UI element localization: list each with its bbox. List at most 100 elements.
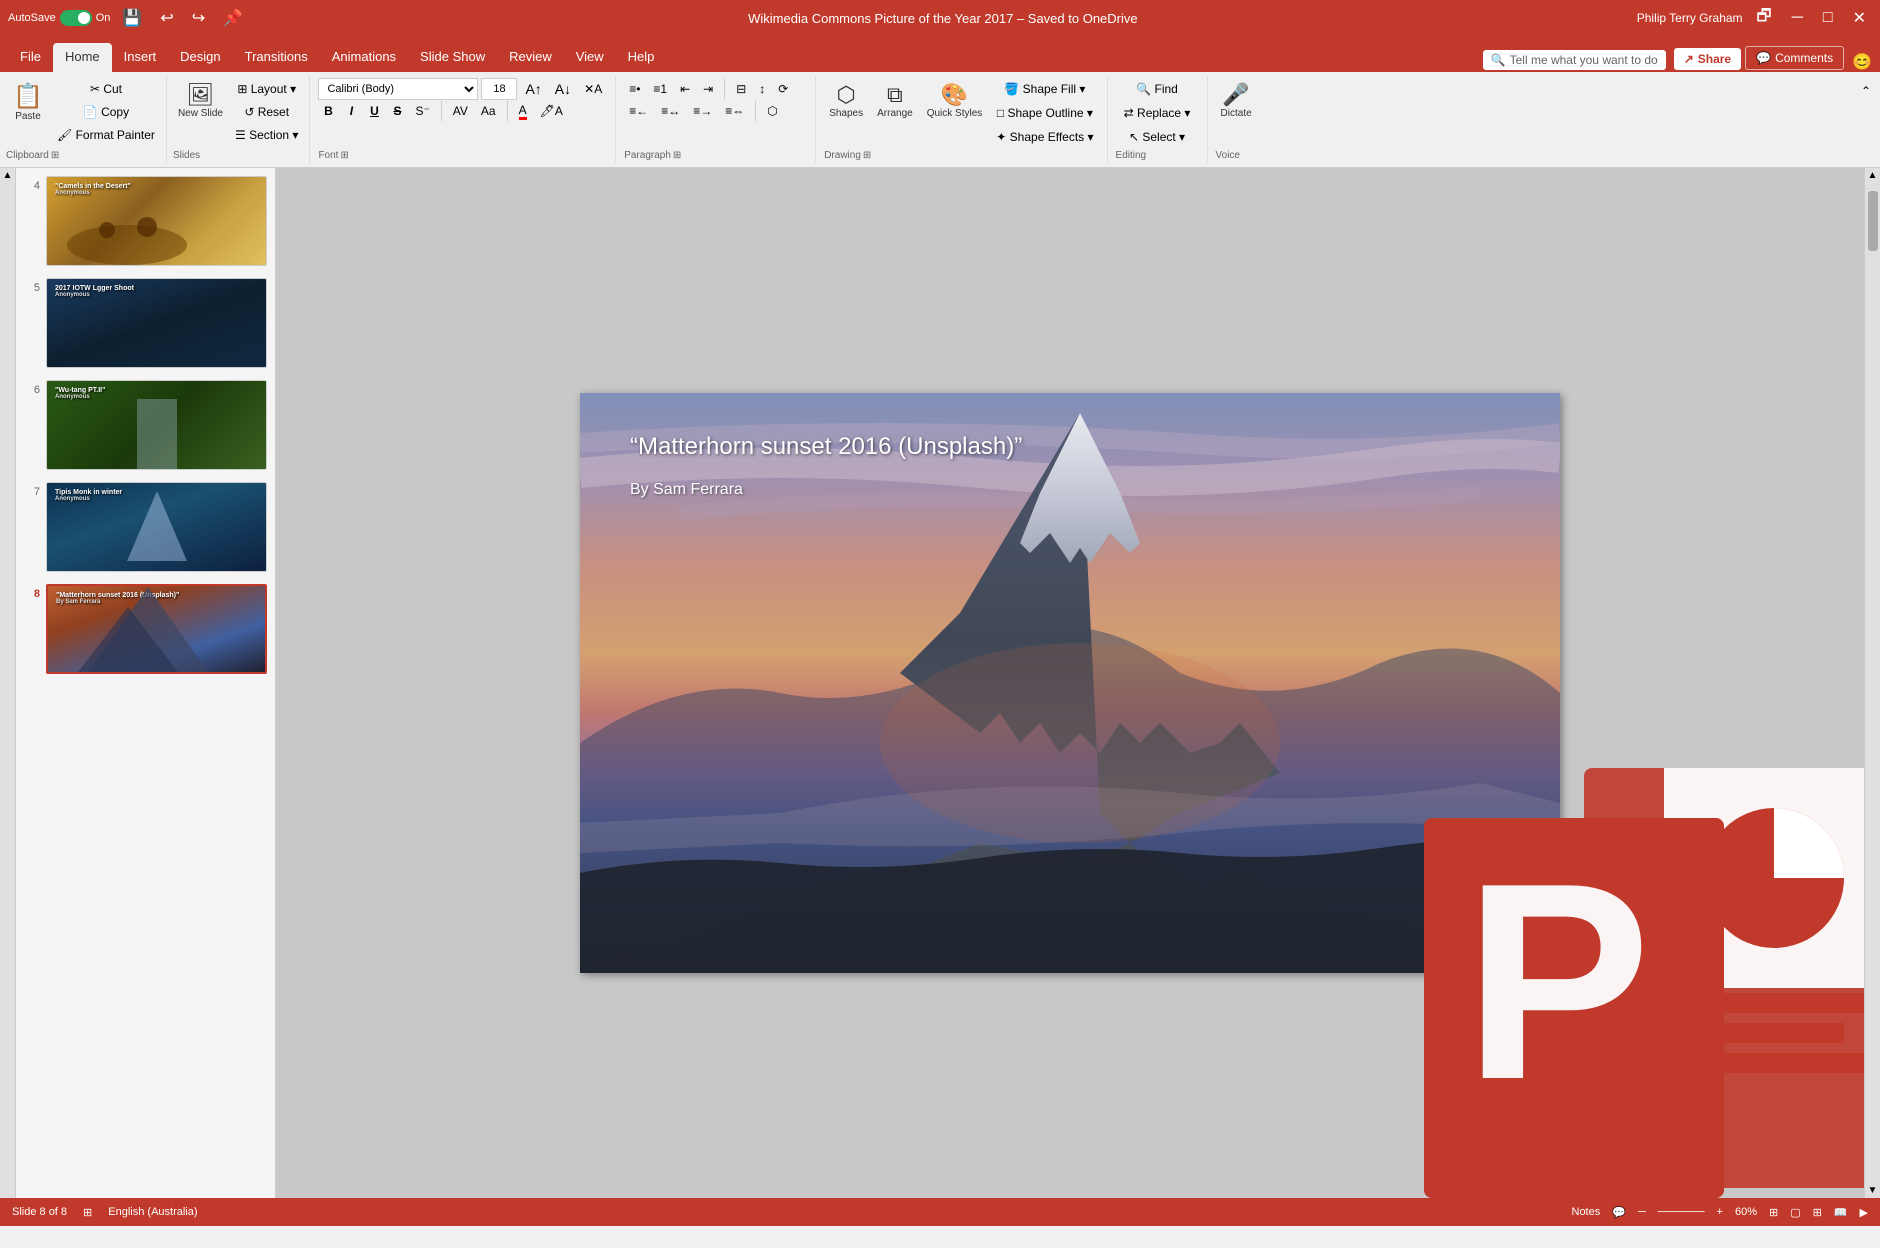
font-size-decrease-button[interactable]: A↓ (550, 78, 576, 100)
clipboard-expand-icon[interactable]: ⊞ (51, 150, 59, 161)
align-left-button[interactable]: ≡← (624, 100, 653, 122)
copy-button[interactable]: 📄 Copy (52, 101, 160, 123)
shape-outline-button[interactable]: □ Shape Outline ▾ (991, 102, 1098, 124)
font-expand-icon[interactable]: ⊞ (340, 150, 348, 161)
numbering-button[interactable]: ≡1 (648, 78, 672, 100)
shape-fill-button[interactable]: 🪣 Shape Fill ▾ (991, 78, 1098, 100)
decrease-indent-button[interactable]: ⇤ (675, 78, 695, 100)
minimize-button[interactable]: ─ (1786, 7, 1809, 29)
text-shadow-button[interactable]: S⁻ (410, 100, 434, 122)
slide-img-4[interactable]: "Camels in the Desert" Anonymous (46, 176, 267, 266)
zoom-slider[interactable]: ────── (1658, 1206, 1705, 1218)
autosave-pill[interactable] (60, 10, 92, 26)
slide-subtitle[interactable]: By Sam Ferrara (630, 481, 743, 499)
ribbon-search-box[interactable]: 🔍 Tell me what you want to do (1483, 50, 1666, 70)
accessibility-icon[interactable]: ⊞ (83, 1206, 92, 1219)
font-size-input[interactable] (481, 78, 517, 100)
scroll-down-btn[interactable]: ▼ (1865, 1183, 1880, 1198)
paragraph-expand-icon[interactable]: ⊞ (673, 150, 681, 161)
align-center-button[interactable]: ≡↔ (656, 100, 685, 122)
scroll-up-arrow[interactable]: ▲ (3, 170, 13, 181)
slide-thumb-6[interactable]: 6 "Wu-tang PT.II" Anonymous (20, 376, 271, 474)
comments-button[interactable]: 💬 Comments (1745, 46, 1844, 70)
slide-thumb-5[interactable]: 5 2017 IOTW Lgger Shoot Anonymous (20, 274, 271, 372)
view-slideshow-btn[interactable]: ▶ (1860, 1206, 1868, 1219)
redo-button[interactable]: ↪ (186, 6, 211, 30)
view-reading-btn[interactable]: 📖 (1834, 1206, 1848, 1219)
reset-button[interactable]: ↺ Reset (230, 101, 303, 123)
scroll-up-btn[interactable]: ▲ (1865, 168, 1880, 183)
shapes-button[interactable]: ⬡ Shapes (824, 78, 868, 123)
replace-button[interactable]: ⇄ Replace ▾ (1116, 102, 1199, 124)
smart-art-button[interactable]: ⬡ (762, 100, 782, 122)
restore-button[interactable]: 🗗 (1751, 3, 1778, 34)
comments-icon[interactable]: 💬 (1612, 1206, 1626, 1219)
bullets-button[interactable]: ≡• (624, 78, 645, 100)
line-spacing-button[interactable]: ↕ (754, 78, 770, 100)
slide-canvas[interactable]: “Matterhorn sunset 2016 (Unsplash)” By S… (580, 393, 1560, 973)
slide-img-8[interactable]: "Matterhorn sunset 2016 (Unsplash)" By S… (46, 584, 267, 674)
tab-slideshow[interactable]: Slide Show (408, 43, 497, 72)
slide-thumb-4[interactable]: 4 "Camels in the Desert" Anonymous (20, 172, 271, 270)
fit-slide-btn[interactable]: ⊞ (1769, 1206, 1778, 1219)
quick-styles-button[interactable]: 🎨 Quick Styles (922, 78, 988, 123)
slide-img-7[interactable]: Tipis Monk in winter Anonymous (46, 482, 267, 572)
align-right-button[interactable]: ≡→ (688, 100, 717, 122)
slide-scrollbar[interactable]: ▲ ▼ (1864, 168, 1880, 1198)
tab-help[interactable]: Help (616, 43, 667, 72)
font-size-increase-button[interactable]: A↑ (520, 78, 546, 100)
strikethrough-button[interactable]: S (387, 100, 407, 122)
scroll-thumb[interactable] (1868, 191, 1878, 251)
font-color-button[interactable]: A (514, 100, 532, 122)
shape-effects-button[interactable]: ✦ Shape Effects ▾ (991, 126, 1098, 148)
tab-insert[interactable]: Insert (112, 43, 169, 72)
close-button[interactable]: ✕ (1847, 6, 1872, 30)
increase-indent-button[interactable]: ⇥ (698, 78, 718, 100)
new-slide-button[interactable]: 🖼New Slide (173, 78, 228, 123)
zoom-in-btn[interactable]: + (1717, 1206, 1723, 1218)
view-normal-btn[interactable]: ▢ (1790, 1206, 1800, 1219)
collapse-ribbon[interactable]: ⌃ (1852, 76, 1880, 163)
char-spacing-button[interactable]: AV (448, 100, 473, 122)
collapse-ribbon-button[interactable]: ⌃ (1856, 80, 1876, 102)
tab-design[interactable]: Design (168, 43, 232, 72)
select-button[interactable]: ↖ Select ▾ (1116, 126, 1199, 148)
arrange-button[interactable]: ⧉ Arrange (872, 78, 918, 123)
undo-button[interactable]: ↩ (154, 6, 179, 30)
zoom-out-btn[interactable]: ─ (1638, 1206, 1646, 1218)
columns-button[interactable]: ⊟ (731, 78, 751, 100)
emoji-button[interactable]: 😊 (1852, 52, 1872, 72)
justify-button[interactable]: ≡⇔ (720, 100, 749, 122)
text-direction-button[interactable]: ⟳ (773, 78, 793, 100)
slide-title[interactable]: “Matterhorn sunset 2016 (Unsplash)” (630, 433, 1022, 461)
cut-button[interactable]: ✂ Cut (52, 78, 160, 100)
scroll-up[interactable]: ▲ (0, 168, 16, 1198)
dictate-button[interactable]: 🎤 Dictate (1216, 78, 1257, 123)
layout-button[interactable]: ⊞ Layout ▾ (230, 78, 303, 100)
tab-view[interactable]: View (564, 43, 616, 72)
slide-img-5[interactable]: 2017 IOTW Lgger Shoot Anonymous (46, 278, 267, 368)
maximize-button[interactable]: □ (1817, 7, 1839, 29)
tab-file[interactable]: File (8, 43, 53, 72)
view-slide-sorter-btn[interactable]: ⊞ (1813, 1206, 1822, 1219)
drawing-expand-icon[interactable]: ⊞ (863, 150, 871, 161)
paste-button[interactable]: 📋Paste (6, 78, 50, 126)
font-family-select[interactable]: Calibri (Body) (318, 78, 478, 100)
save-button[interactable]: 💾 (116, 6, 148, 30)
autosave-toggle[interactable]: AutoSave On (8, 10, 110, 26)
italic-button[interactable]: I (341, 100, 361, 122)
slide-img-6[interactable]: "Wu-tang PT.II" Anonymous (46, 380, 267, 470)
tab-animations[interactable]: Animations (320, 43, 408, 72)
share-button[interactable]: ↗ Share (1674, 48, 1741, 70)
clear-format-button[interactable]: ✕A (579, 78, 607, 100)
section-button[interactable]: ☰ Section ▾ (230, 124, 303, 146)
pin-button[interactable]: 📌 (217, 6, 249, 30)
text-case-button[interactable]: Aa (476, 100, 501, 122)
tab-home[interactable]: Home (53, 43, 112, 72)
slide-thumb-8[interactable]: 8 "Matterhorn sunset 2016 (Unsplash)" By… (20, 580, 271, 678)
tab-review[interactable]: Review (497, 43, 564, 72)
tab-transitions[interactable]: Transitions (233, 43, 320, 72)
highlight-button[interactable]: 🖊A (535, 100, 568, 122)
find-button[interactable]: 🔍 Find (1116, 78, 1199, 100)
bold-button[interactable]: B (318, 100, 338, 122)
